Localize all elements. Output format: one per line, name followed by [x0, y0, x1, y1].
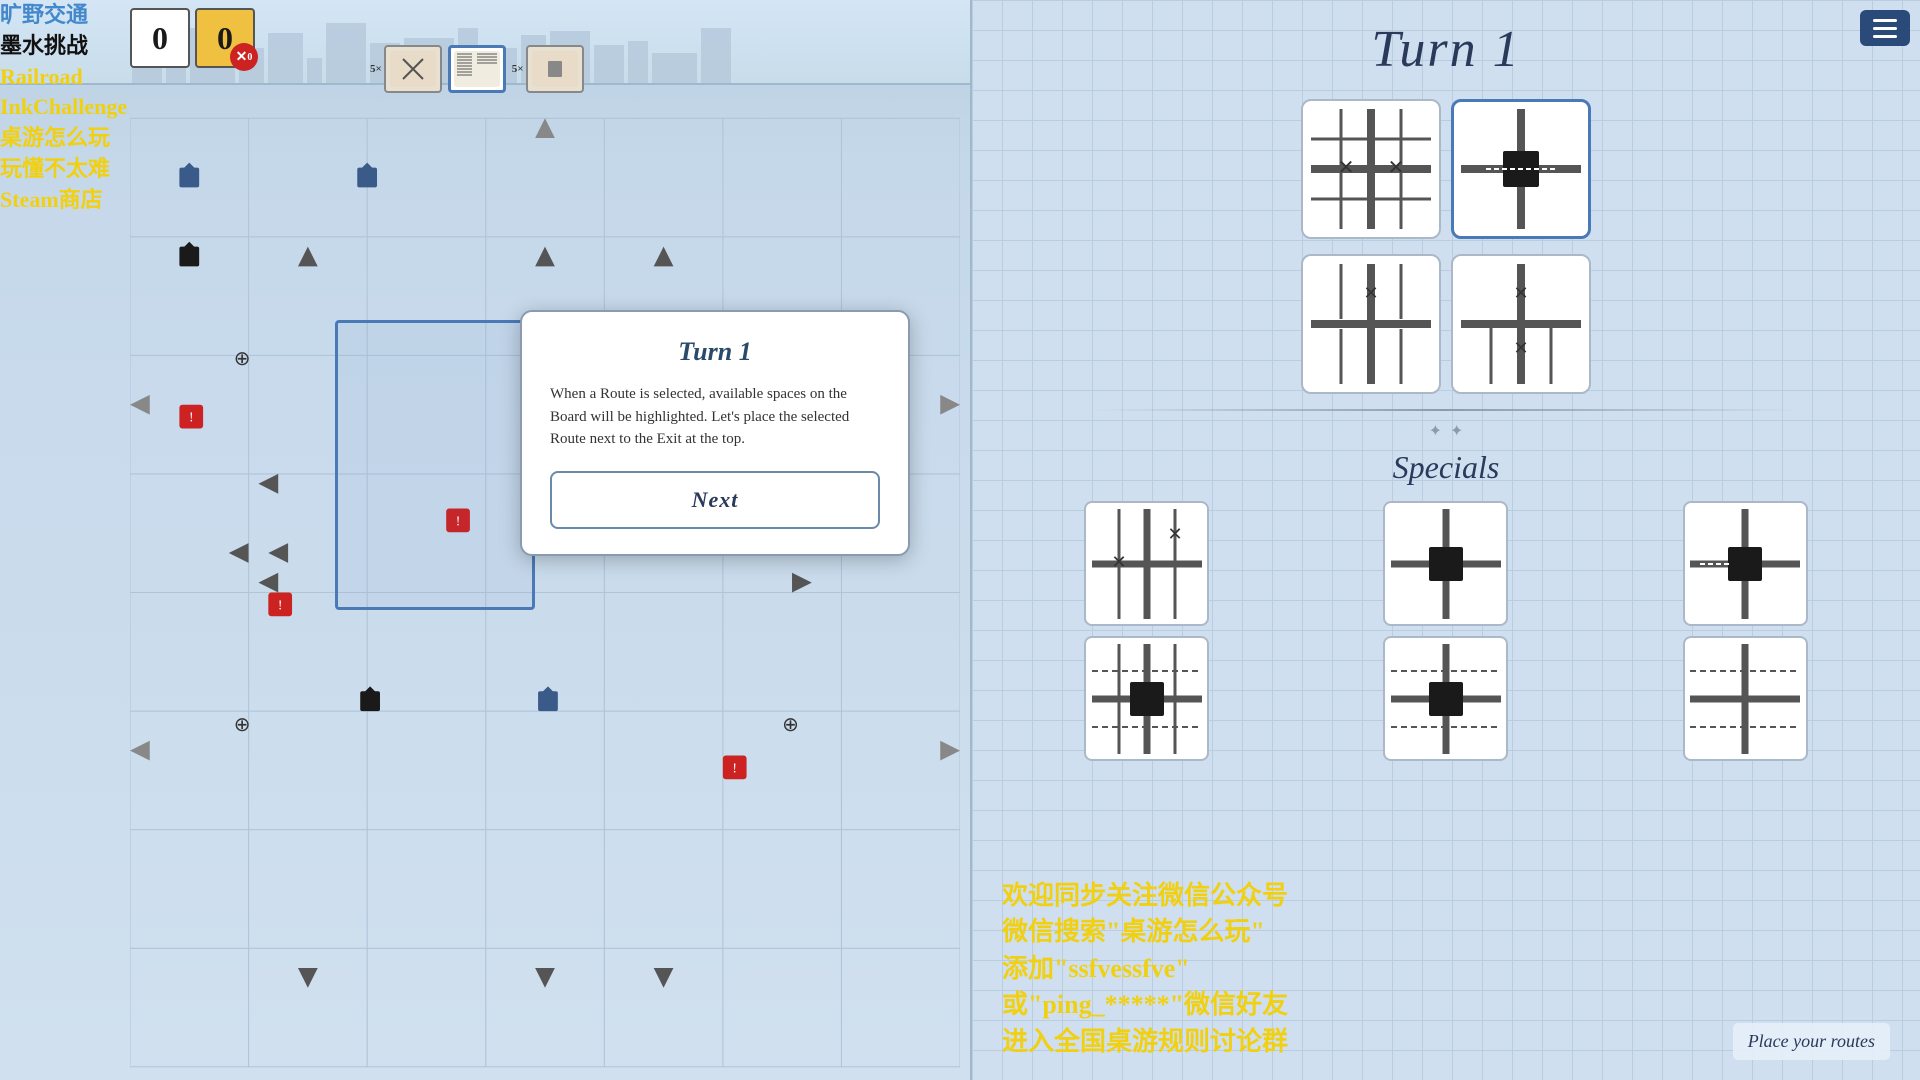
tiles-section: ✕ ✕ [1002, 99, 1890, 239]
bottom-text-2: 微信搜索"桌游怎么玩" [1002, 914, 1890, 950]
menu-button[interactable] [1860, 10, 1910, 46]
score-left: 0 [130, 8, 190, 68]
bottom-overlay: 欢迎同步关注微信公众号 微信搜索"桌游怎么玩" 添加"ssfvessfve" 或… [972, 878, 1920, 1060]
tile-svg-2 [1461, 109, 1581, 229]
divider-line [1091, 409, 1801, 411]
svg-text:⊕: ⊕ [782, 714, 799, 736]
tile-svg-1: ✕ ✕ [1311, 109, 1431, 229]
divider-dots: ✦ ✦ [1002, 421, 1890, 441]
route-card-3[interactable] [526, 45, 584, 93]
wm-line-4: InkChallenge [0, 92, 127, 123]
route-card-1[interactable] [384, 45, 442, 93]
right-panel-inner: Turn 1 ✕ ✕ [972, 0, 1920, 781]
dialog-box: Turn 1 When a Route is selected, availab… [520, 310, 910, 556]
game-area: 旷野交通 墨水挑战 Railroad InkChallenge 桌游怎么玩 玩懂… [0, 0, 970, 1080]
special-tile-3[interactable] [1683, 501, 1808, 626]
svg-text:✕: ✕ [1513, 338, 1528, 358]
tile-svg-3: ✕ [1311, 264, 1431, 384]
tiles-section-2: ✕ ✕ ✕ [1002, 254, 1890, 394]
specials-label: Specials [1002, 449, 1890, 486]
error-badge: ✕ 0 [230, 43, 258, 71]
tile-box-2[interactable] [1451, 99, 1591, 239]
special-tile-2[interactable] [1383, 501, 1508, 626]
card-row: 5× [370, 45, 584, 93]
turn-title: Turn 1 [1002, 20, 1890, 79]
card-item-1[interactable]: 5× [370, 45, 442, 93]
wm-line-6: 玩懂不太难 [0, 154, 127, 185]
route-card-2[interactable] [448, 45, 506, 93]
special-tile-6[interactable] [1683, 636, 1808, 761]
svg-text:!: ! [278, 597, 283, 612]
specials-grid: ✕ ✕ [1002, 501, 1890, 761]
wm-line-7: Steam商店 [0, 185, 127, 216]
svg-text:!: ! [456, 513, 461, 528]
score-right: 0 ✕ 0 [195, 8, 255, 68]
svg-text:✕: ✕ [1111, 552, 1126, 572]
card-item-2[interactable] [448, 45, 506, 93]
svg-text:⊕: ⊕ [234, 714, 251, 736]
bottom-text-5: 进入全国桌游规则讨论群 [1002, 1024, 1890, 1060]
svg-text:⊕: ⊕ [234, 348, 251, 370]
svg-text:✕: ✕ [1338, 157, 1355, 179]
tile-box-3[interactable]: ✕ [1301, 254, 1441, 394]
special-tile-5[interactable] [1383, 636, 1508, 761]
tile-box-1[interactable]: ✕ ✕ [1301, 99, 1441, 239]
svg-text:✕: ✕ [1513, 283, 1528, 303]
special-tile-4[interactable] [1084, 636, 1209, 761]
right-panel: Turn 1 ✕ ✕ [970, 0, 1920, 1080]
dialog-title: Turn 1 [550, 337, 880, 367]
svg-text:✕: ✕ [1167, 524, 1182, 544]
score-area: 0 0 ✕ 0 [130, 8, 255, 68]
special-tile-1[interactable]: ✕ ✕ [1084, 501, 1209, 626]
svg-text:!: ! [189, 410, 194, 425]
game-grid: ! ! ! ! [130, 115, 960, 1070]
next-button[interactable]: Next [550, 471, 880, 529]
card-item-3[interactable]: 5× [512, 45, 584, 93]
bottom-text-4: 或"ping_*****"微信好友 [1002, 987, 1890, 1023]
tile-svg-4: ✕ ✕ [1461, 264, 1581, 384]
svg-text:!: ! [732, 760, 737, 775]
wm-line-5: 桌游怎么玩 [0, 123, 127, 154]
bottom-text-3: 添加"ssfvessfve" [1002, 951, 1890, 987]
tile-box-4[interactable]: ✕ ✕ [1451, 254, 1591, 394]
grid-svg: ! ! ! ! [130, 115, 960, 1070]
svg-text:✕: ✕ [1388, 157, 1405, 179]
dialog-body: When a Route is selected, available spac… [550, 383, 880, 451]
svg-text:✕: ✕ [1363, 283, 1378, 303]
bottom-text-1: 欢迎同步关注微信公众号 [1002, 878, 1890, 914]
